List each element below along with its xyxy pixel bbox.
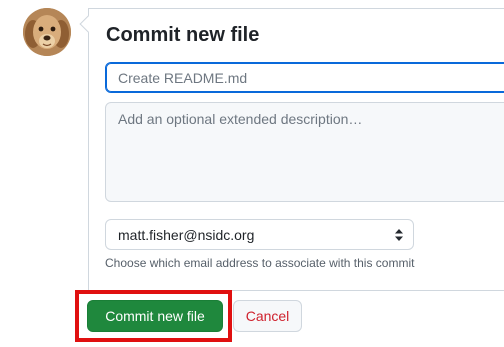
page-title: Commit new file	[106, 24, 260, 46]
commit-new-file-button[interactable]: Commit new file	[87, 300, 223, 332]
commit-summary-input[interactable]	[105, 62, 504, 93]
commit-page: Commit new file matt.fisher@nsidc.org Ch…	[0, 0, 504, 347]
commit-email-value: matt.fisher@nsidc.org	[118, 227, 255, 243]
commit-email-select[interactable]: matt.fisher@nsidc.org	[105, 219, 414, 250]
cancel-button[interactable]: Cancel	[233, 300, 302, 332]
avatar[interactable]	[23, 8, 71, 56]
commit-description-input[interactable]	[105, 102, 504, 202]
dog-avatar-icon	[23, 8, 71, 56]
select-arrows-icon	[395, 229, 403, 241]
email-hint: Choose which email address to associate …	[105, 256, 415, 270]
